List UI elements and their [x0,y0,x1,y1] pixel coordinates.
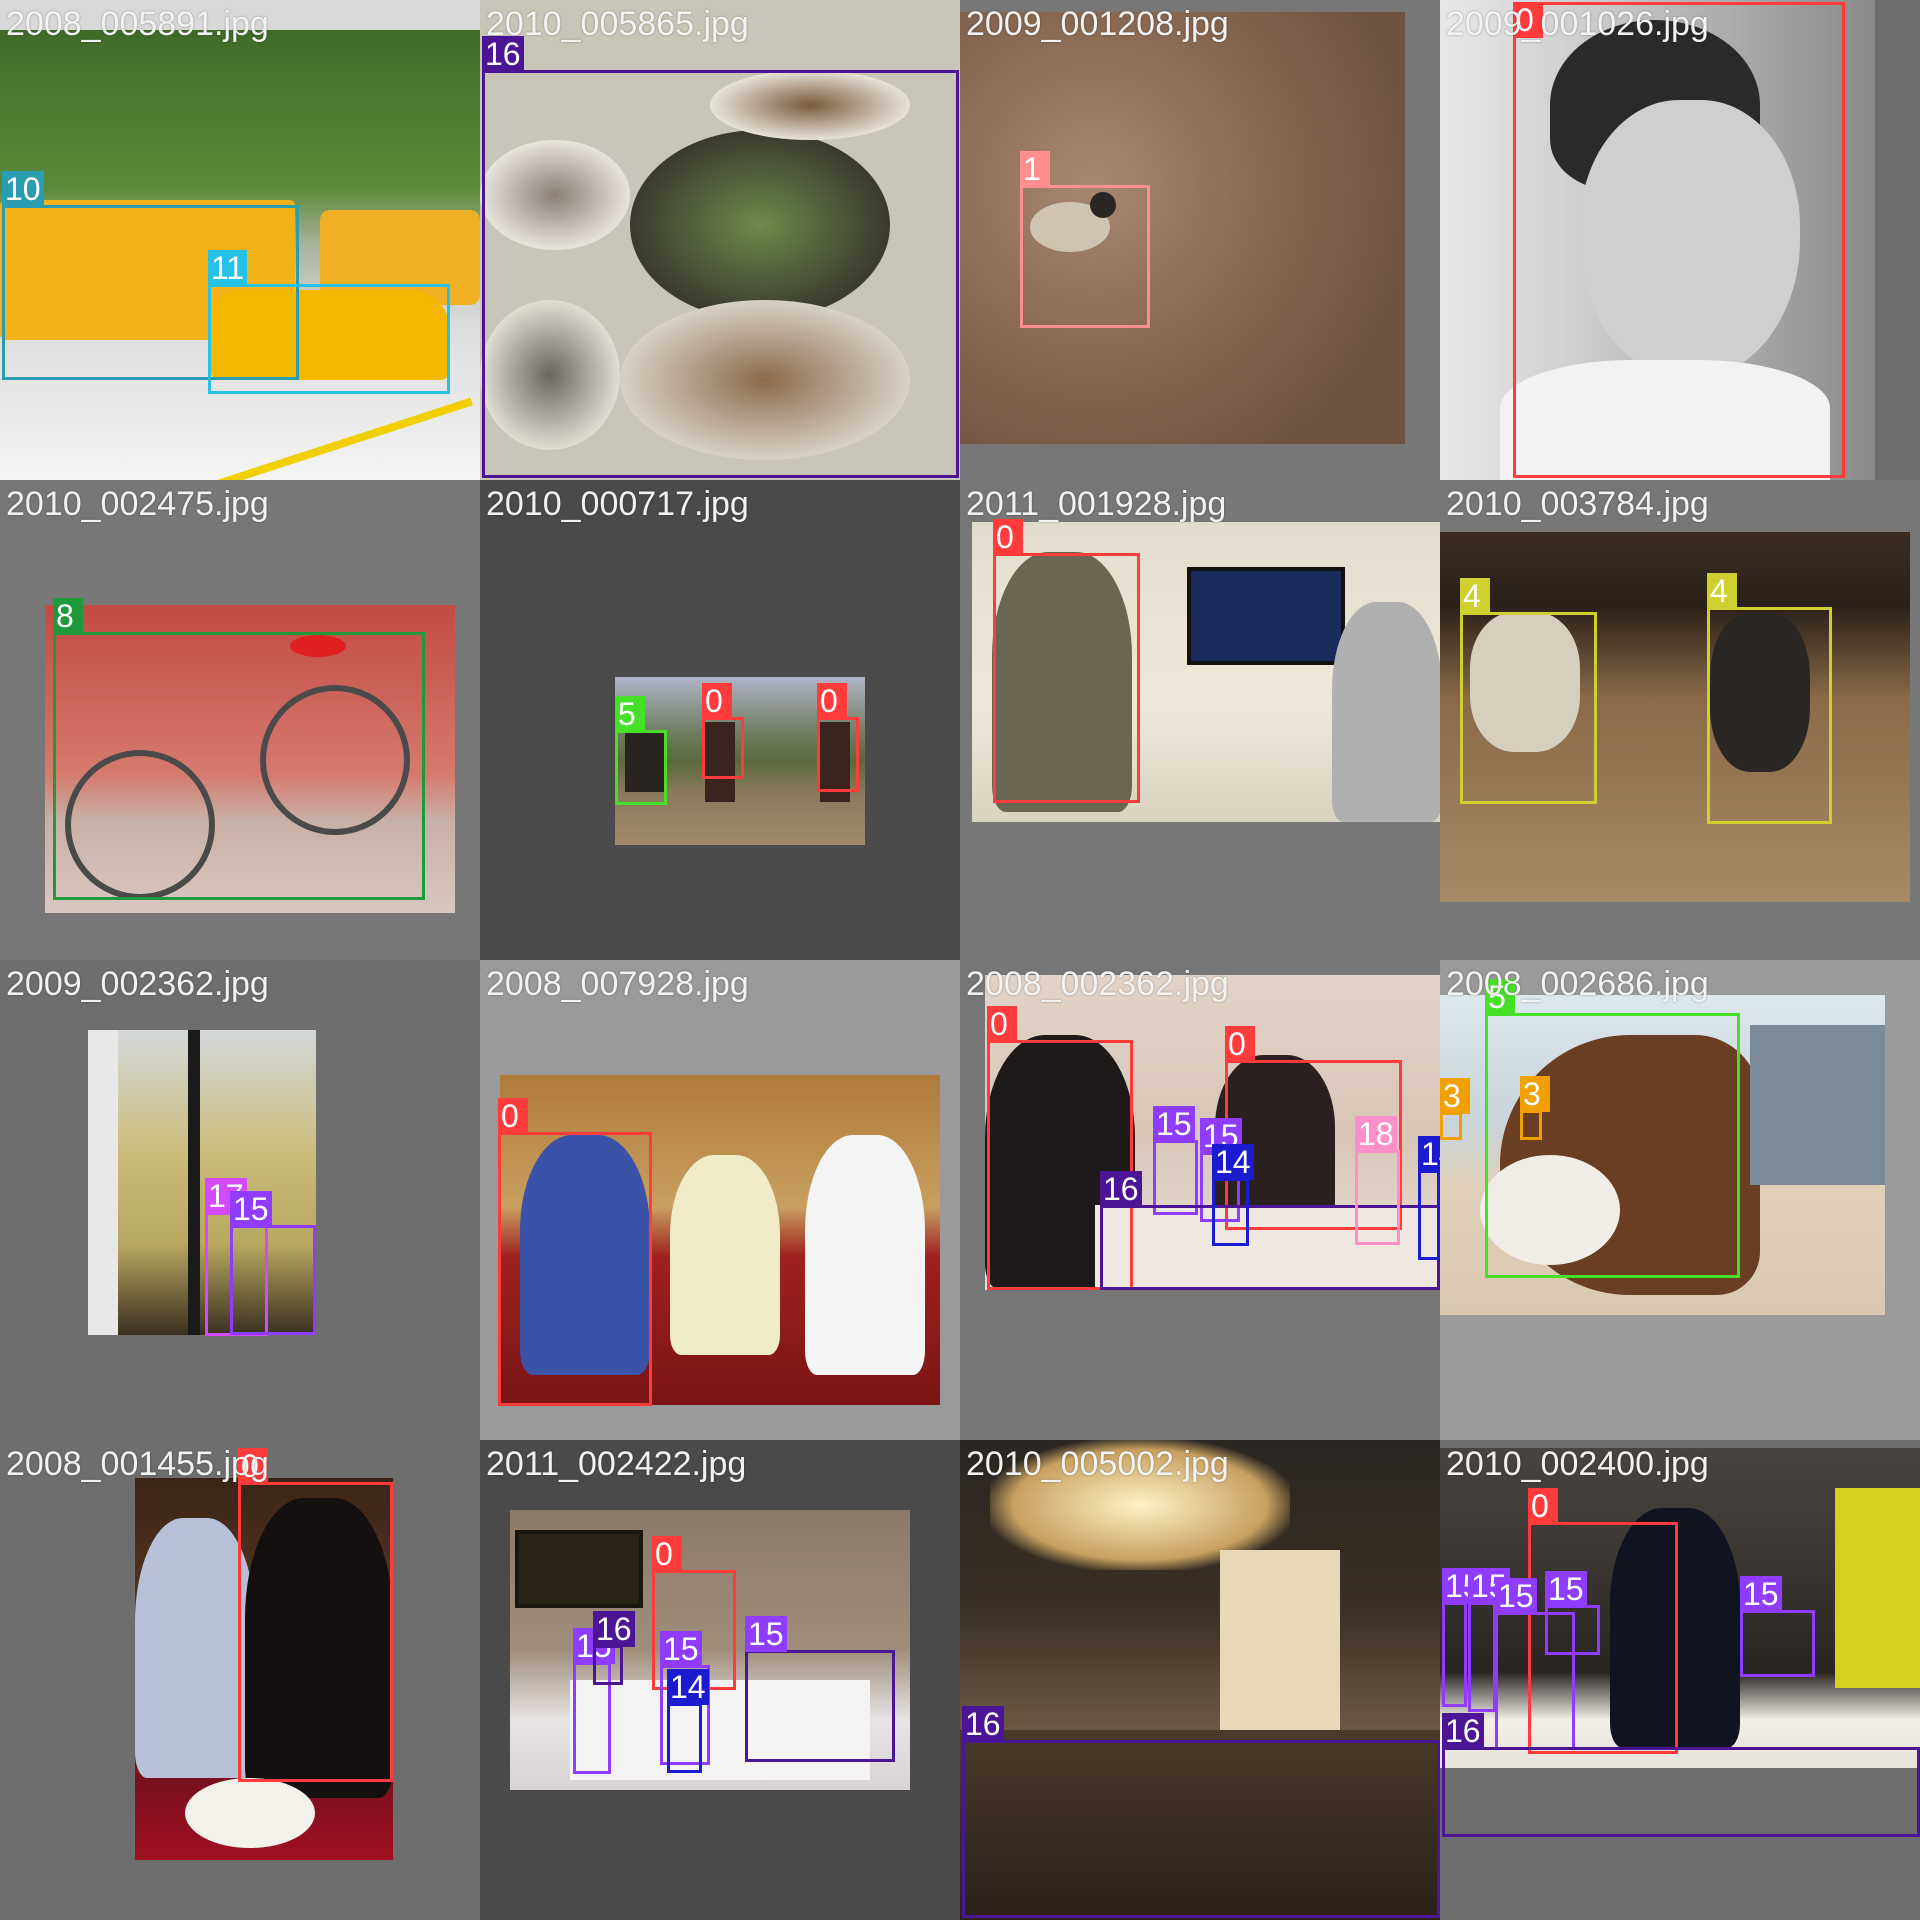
box-label: 10 [2,171,44,207]
bounding-box: 16 [962,1706,1440,1918]
bounding-box: 15 [745,1616,895,1762]
image-filename: 2008_001455.jpg [6,1445,269,1483]
bounding-box: 16 [593,1611,635,1685]
bounding-box: 15 [1740,1576,1815,1677]
box-label: 4 [1460,578,1490,614]
mosaic-tile: 0 15 16 15 14 15 2011_002422.jpg [480,1440,960,1920]
image-filename: 2010_000717.jpg [486,485,749,523]
mosaic-tile: 0 2008_007928.jpg [480,960,960,1440]
bounding-box: 15 [230,1191,316,1335]
image-filename: 2010_005865.jpg [486,5,749,43]
image-filename: 2010_002475.jpg [6,485,269,523]
image-filename: 2008_002686.jpg [1446,965,1709,1003]
bounding-box: 8 [53,598,425,900]
mosaic-tile: 0 2011_001928.jpg [960,480,1440,960]
bounding-box: 3 [1520,1076,1550,1140]
bounding-box: 0 [993,519,1140,803]
bounding-box: 14 [1212,1144,1254,1246]
box-label: 15 [1495,1578,1537,1614]
image-filename: 2009_002362.jpg [6,965,269,1003]
bounding-box: 15 [1442,1568,1484,1707]
box-label: 3 [1440,1078,1470,1114]
bounding-box: 0 [498,1098,652,1406]
mosaic-tile: 1 2009_001208.jpg [960,0,1440,480]
image-filename: 2010_005002.jpg [966,1445,1229,1483]
mosaic-tile: 0 15 15 15 15 15 16 2010_002400.jpg [1440,1440,1920,1920]
box-label: 15 [1740,1576,1782,1612]
bounding-box: 0 [1513,2,1845,478]
bounding-box: 1 [1020,151,1150,328]
bounding-box: 14 [1418,1136,1440,1260]
box-label: 1 [1020,151,1050,187]
mosaic-tile: 0 0 15 15 16 14 18 14 2008_002362.jpg [960,960,1440,1440]
bounding-box: 0 [702,683,744,779]
bounding-box: 4 [1707,573,1832,824]
box-label: 5 [615,696,645,732]
box-label: 15 [230,1191,272,1227]
mosaic-tile: 0 2008_001455.jpg [0,1440,480,1920]
bounding-box: 15 [1468,1568,1510,1712]
mosaic-tile: 16 2010_005002.jpg [960,1440,1440,1920]
box-label: 0 [702,683,732,719]
box-label: 8 [53,598,83,634]
box-label: 0 [987,1006,1017,1042]
bounding-box: 0 [817,683,859,792]
box-label: 3 [1520,1076,1550,1112]
mosaic-tile: 10 11 2008_005891.jpg [0,0,480,480]
bounding-box: 16 [1442,1713,1920,1837]
bounding-box: 16 [482,36,959,478]
box-label: 16 [593,1611,635,1647]
mosaic-tile: 17 15 2009_002362.jpg [0,960,480,1440]
bounding-box: 15 [1545,1571,1600,1655]
mosaic-tile: 5 0 0 2010_000717.jpg [480,480,960,960]
bounding-box: 14 [667,1669,709,1773]
box-label: 18 [1355,1116,1397,1152]
box-label: 0 [652,1536,682,1572]
image-filename: 2009_001208.jpg [966,5,1229,43]
box-label: 4 [1707,573,1737,609]
mosaic-tile: 16 2010_005865.jpg [480,0,960,480]
box-label: 15 [1545,1571,1587,1607]
bounding-box: 0 [238,1448,393,1782]
bounding-box: 11 [208,250,450,394]
mosaic-tile: 0 2009_001026.jpg [1440,0,1920,480]
image-filename: 2009_001026.jpg [1446,5,1709,43]
box-label: 16 [1442,1713,1484,1749]
box-label: 14 [1418,1136,1440,1172]
box-label: 14 [1212,1144,1254,1180]
bounding-box: 5 [1485,979,1740,1278]
box-label: 15 [745,1616,787,1652]
image-filename: 2008_005891.jpg [6,5,269,43]
bounding-box: 3 [1440,1078,1470,1140]
box-label: 0 [993,519,1023,555]
bounding-box: 15 [1153,1106,1198,1215]
box-label: 0 [817,683,847,719]
box-label: 16 [962,1706,1004,1742]
mosaic-tile: 5 3 3 2008_002686.jpg [1440,960,1920,1440]
image-filename: 2011_001928.jpg [966,485,1227,523]
box-label: 15 [660,1631,702,1667]
box-label: 0 [1528,1488,1558,1524]
box-label: 11 [208,250,248,286]
image-filename: 2008_002362.jpg [966,965,1229,1003]
box-label: 0 [1225,1026,1255,1062]
box-label: 16 [1100,1171,1142,1207]
image-filename: 2011_002422.jpg [486,1445,747,1483]
box-label: 15 [1153,1106,1195,1142]
image-filename: 2008_007928.jpg [486,965,749,1003]
box-label: 14 [667,1669,709,1705]
mosaic-tile: 8 2010_002475.jpg [0,480,480,960]
image-filename: 2010_002400.jpg [1446,1445,1709,1483]
box-label: 0 [498,1098,528,1134]
image-filename: 2010_003784.jpg [1446,485,1709,523]
bounding-box: 4 [1460,578,1597,804]
bounding-box: 18 [1355,1116,1400,1245]
mosaic-tile: 4 4 2010_003784.jpg [1440,480,1920,960]
mosaic-grid: 10 11 2008_005891.jpg 16 2010_005865.jpg… [0,0,1920,1920]
bounding-box: 5 [615,696,667,805]
